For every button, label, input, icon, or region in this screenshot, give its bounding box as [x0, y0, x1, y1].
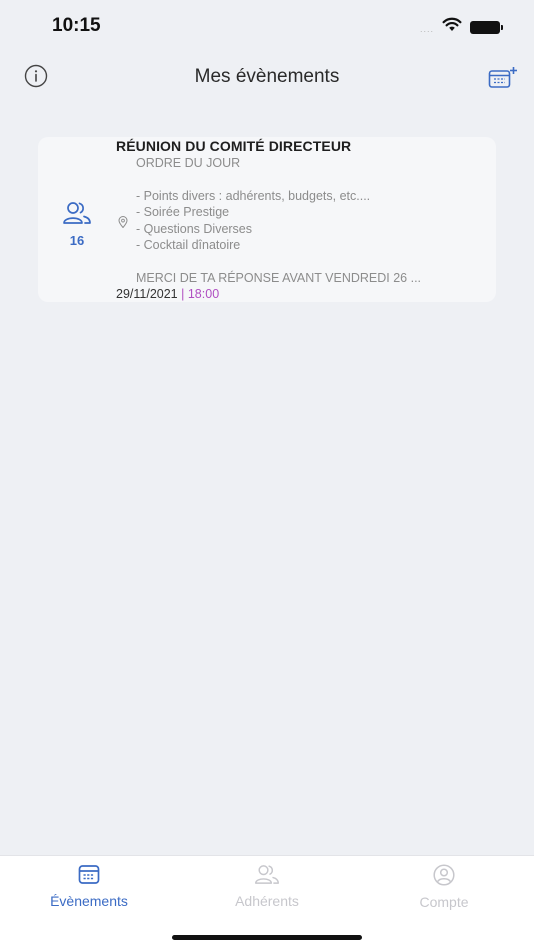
description-line: MERCI DE TA RÉPONSE AVANT VENDREDI 26 ..…: [136, 270, 422, 285]
description-line: - Cocktail dînatoire: [136, 237, 241, 252]
tab-evenements[interactable]: Évènements: [9, 864, 169, 916]
account-icon: [433, 864, 455, 891]
event-card[interactable]: 16 RÉUNION DU COMITÉ DIRECTEUR ORDRE DU …: [38, 137, 496, 302]
battery-icon: [470, 20, 503, 34]
status-bar: 10:15 ....: [0, 0, 534, 52]
status-icons: ....: [419, 17, 503, 37]
tab-label: Évènements: [50, 893, 128, 909]
calendar-plus-icon: [488, 67, 518, 95]
tab-label: Compte: [419, 894, 469, 910]
wifi-icon: [442, 17, 462, 37]
event-date: 29/11/2021: [116, 287, 178, 301]
description-line: ORDRE DU JOUR: [136, 156, 241, 170]
signal-indicator: ....: [419, 23, 434, 34]
event-title: RÉUNION DU COMITÉ DIRECTEUR: [116, 138, 352, 154]
status-time: 10:15: [52, 15, 101, 36]
attendee-count: 16: [69, 233, 85, 248]
home-indicator: [172, 935, 362, 940]
tab-bar: Évènements Adhérents Compte: [0, 855, 534, 950]
event-time: 18:00: [187, 287, 220, 301]
add-event-button[interactable]: [488, 65, 518, 91]
description-line: [136, 171, 480, 187]
description-line: [136, 253, 480, 269]
description-line: - Points divers : adhérents, budgets, et…: [136, 188, 371, 203]
location-pin-icon: [118, 215, 128, 229]
people-icon: [254, 864, 280, 890]
attendees: 16: [60, 201, 94, 248]
description-line: - Soirée Prestige: [136, 205, 230, 220]
event-datetime: 29/11/2021 | 18:00: [116, 287, 219, 301]
people-icon: [62, 201, 92, 230]
tab-label: Adhérents: [235, 893, 299, 909]
event-description: ORDRE DU JOUR - Points divers : adhérent…: [136, 155, 480, 286]
datetime-separator: |: [181, 287, 185, 301]
page-title: Mes évènements: [194, 66, 340, 87]
tab-adherents[interactable]: Adhérents: [187, 864, 347, 916]
calendar-icon: [78, 864, 100, 890]
description-line: - Questions Diverses: [136, 221, 253, 236]
navigation-bar: Mes évènements: [0, 56, 534, 100]
tab-compte[interactable]: Compte: [364, 864, 524, 916]
